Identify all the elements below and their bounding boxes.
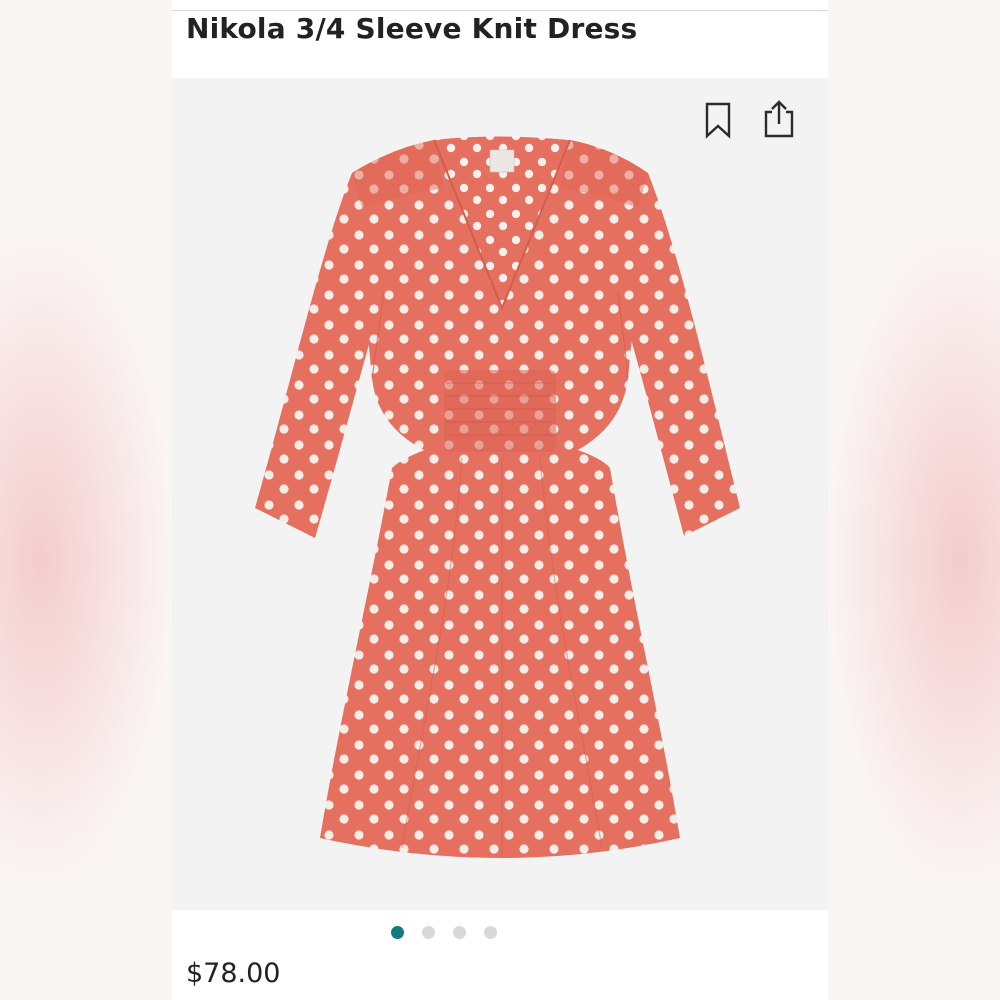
product-screen: Nikola 3/4 Sleeve Knit Dress $78.00 xyxy=(172,0,828,1000)
carousel-dot-4[interactable] xyxy=(484,926,497,939)
product-image-gallery[interactable] xyxy=(172,78,828,910)
carousel-dot-3[interactable] xyxy=(453,926,466,939)
carousel-indicator xyxy=(172,926,772,939)
product-title: Nikola 3/4 Sleeve Knit Dress xyxy=(186,12,638,45)
product-price: $78.00 xyxy=(186,958,281,989)
bookmark-button[interactable] xyxy=(698,100,738,140)
carousel-dot-1[interactable] xyxy=(391,926,404,939)
carousel-dot-2[interactable] xyxy=(422,926,435,939)
product-image xyxy=(255,136,740,858)
divider xyxy=(172,10,828,11)
share-button[interactable] xyxy=(758,98,798,138)
share-icon xyxy=(764,100,794,138)
bookmark-icon xyxy=(705,102,731,139)
